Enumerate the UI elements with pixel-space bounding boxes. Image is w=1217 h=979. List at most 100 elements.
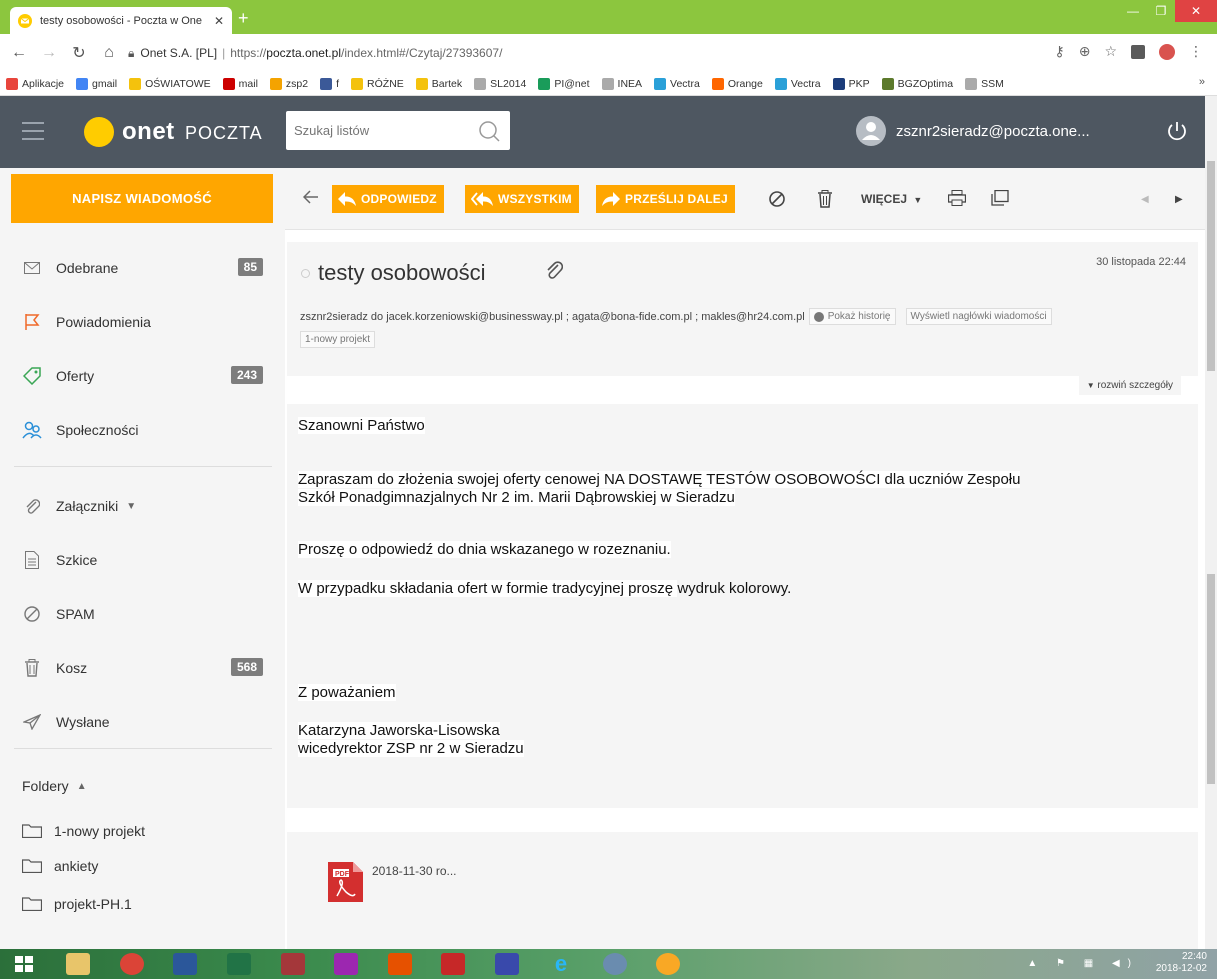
bookmark-item[interactable]: SL2014: [474, 77, 526, 90]
folder-tag-label: 1-nowy projekt: [305, 334, 371, 345]
bookmark-item[interactable]: OŚWIATOWE: [129, 77, 211, 90]
block-icon[interactable]: [768, 190, 786, 208]
folder-tag[interactable]: 1-nowy projekt: [300, 331, 376, 348]
scrollbar-thumb[interactable]: [1207, 574, 1215, 784]
folder-item[interactable]: projekt-PH.1: [22, 892, 132, 916]
unread-count-badge: 243: [230, 366, 263, 384]
reload-icon[interactable]: ↻: [68, 42, 90, 64]
clock[interactable]: 22:40 2018-12-02: [1156, 951, 1207, 975]
home-icon[interactable]: ⌂: [98, 42, 120, 64]
paint-icon[interactable]: [603, 953, 627, 975]
bookmark-item[interactable]: gmail: [76, 77, 117, 90]
powerpoint-icon[interactable]: [281, 953, 305, 975]
back-icon[interactable]: ←: [8, 42, 30, 64]
bookmark-item[interactable]: INEA: [601, 77, 642, 90]
word-icon[interactable]: [173, 953, 197, 975]
scrollbar-thumb[interactable]: [1207, 161, 1215, 371]
forward-button[interactable]: PRZEŚLIJ DALEJ: [596, 185, 735, 213]
settings-icon[interactable]: [495, 953, 519, 975]
address-bar-actions: ⚷ ⊕ ☆ ⋮: [1054, 43, 1203, 60]
bookmark-item[interactable]: mail: [222, 77, 258, 90]
menu-icon[interactable]: ⋮: [1189, 43, 1203, 60]
power-icon[interactable]: [1166, 120, 1188, 142]
attachment-name[interactable]: 2018-11-30 ro...: [372, 864, 457, 878]
maximize-icon[interactable]: ❐: [1147, 0, 1175, 22]
user-avatar[interactable]: [856, 116, 886, 146]
app-icon[interactable]: [388, 953, 412, 975]
user-email[interactable]: zsznr2sieradz@poczta.one...: [896, 123, 1090, 140]
close-tab-icon[interactable]: ✕: [214, 14, 224, 28]
bookmark-item[interactable]: Aplikacje: [6, 77, 64, 90]
new-window-icon[interactable]: [991, 190, 1009, 206]
show-history-button[interactable]: Pokaż historię: [808, 308, 896, 325]
file-explorer-icon[interactable]: [66, 953, 90, 975]
url-field[interactable]: 🔒︎ Onet S.A. [PL] | https:// poczta.onet…: [128, 40, 1008, 66]
sidebar-item-spam[interactable]: SPAM: [0, 594, 285, 634]
bookmark-item[interactable]: PKP: [832, 77, 870, 90]
new-tab-icon[interactable]: +: [238, 8, 249, 29]
windows-start-icon[interactable]: [12, 953, 36, 975]
previous-message-icon[interactable]: ◀: [1141, 194, 1149, 205]
expand-details-button[interactable]: ▼ rozwiń szczegóły: [1078, 376, 1181, 395]
excel-icon[interactable]: [227, 953, 251, 975]
onet-logo-icon[interactable]: [84, 117, 114, 147]
sidebar-item-sent[interactable]: Wysłane: [0, 702, 285, 742]
bookmark-item[interactable]: Orange: [711, 77, 763, 90]
bookmarks-overflow-icon[interactable]: »: [1199, 76, 1205, 88]
extension-icon[interactable]: [1131, 44, 1145, 59]
bookmark-icon: [474, 77, 487, 90]
sidebar-item-notifications[interactable]: Powiadomienia: [0, 302, 285, 342]
avatar-icon[interactable]: [1159, 43, 1175, 60]
sidebar-item-offers[interactable]: Oferty 243: [0, 356, 285, 396]
bookmark-item[interactable]: Vectra: [774, 77, 821, 90]
compose-button[interactable]: NAPISZ WIADOMOŚĆ: [11, 174, 273, 223]
pdf-file-icon[interactable]: PDF: [327, 860, 365, 904]
next-message-icon[interactable]: ▶: [1175, 194, 1183, 205]
bookmark-item[interactable]: zsp2: [269, 77, 308, 90]
internet-explorer-icon[interactable]: e: [549, 953, 573, 975]
folder-item[interactable]: ankiety: [22, 854, 98, 878]
hamburger-menu-icon[interactable]: [22, 122, 44, 146]
bookmark-item[interactable]: SSM: [965, 77, 1004, 90]
minimize-icon[interactable]: —: [1119, 0, 1147, 22]
reply-button[interactable]: ODPOWIEDZ: [332, 185, 444, 213]
read-status-icon[interactable]: [301, 268, 310, 278]
acrobat-icon[interactable]: [441, 953, 465, 975]
recipients-text[interactable]: zsznr2sieradz do jacek.korzeniowski@busi…: [300, 311, 805, 323]
search-input[interactable]: [286, 111, 466, 150]
more-button[interactable]: WIĘCEJ ▼: [861, 192, 922, 206]
search-icon[interactable]: [478, 120, 500, 142]
folder-item[interactable]: 1-nowy projekt: [22, 819, 145, 843]
app-icon[interactable]: [656, 953, 680, 975]
bookmark-item[interactable]: f: [320, 77, 339, 90]
bookmark-item[interactable]: PI@net: [538, 77, 590, 90]
print-icon[interactable]: [948, 190, 966, 206]
system-tray-icons[interactable]: ▲ ⚑ ▦ ◀): [1027, 958, 1139, 969]
bookmark-item[interactable]: RÓŻNE: [351, 77, 404, 90]
back-arrow-icon[interactable]: [303, 190, 319, 204]
page-scrollbar[interactable]: [1205, 96, 1217, 949]
key-icon[interactable]: ⚷: [1054, 43, 1064, 60]
app-icon[interactable]: [334, 953, 358, 975]
chrome-icon[interactable]: [120, 953, 144, 975]
reply-all-button[interactable]: WSZYSTKIM: [465, 185, 579, 213]
chevron-down-icon[interactable]: ▼: [126, 501, 136, 512]
logo-text[interactable]: onet: [122, 118, 175, 146]
bookmark-item[interactable]: BGZOptima: [881, 77, 953, 90]
sidebar-item-attachments[interactable]: Załączniki ▼: [0, 486, 285, 526]
sidebar-item-social[interactable]: Społeczności: [0, 410, 285, 450]
sidebar-item-inbox[interactable]: Odebrane 85: [0, 248, 285, 288]
star-icon[interactable]: ☆: [1104, 43, 1117, 60]
block-icon: [22, 604, 42, 624]
close-window-icon[interactable]: ✕: [1175, 0, 1217, 22]
bookmark-item[interactable]: Vectra: [654, 77, 700, 90]
sidebar-item-trash[interactable]: Kosz 568: [0, 648, 285, 688]
sidebar-item-drafts[interactable]: Szkice: [0, 540, 285, 580]
show-headers-button[interactable]: Wyświetl nagłówki wiadomości: [905, 308, 1052, 325]
browser-tab[interactable]: testy osobowości - Poczta w One ✕: [10, 7, 232, 34]
zoom-icon[interactable]: ⊕: [1079, 43, 1091, 60]
trash-icon[interactable]: [817, 190, 833, 208]
bookmark-item[interactable]: Bartek: [415, 77, 462, 90]
folders-toggle[interactable]: Foldery ▲: [22, 778, 87, 794]
forward-icon[interactable]: →: [38, 42, 60, 64]
